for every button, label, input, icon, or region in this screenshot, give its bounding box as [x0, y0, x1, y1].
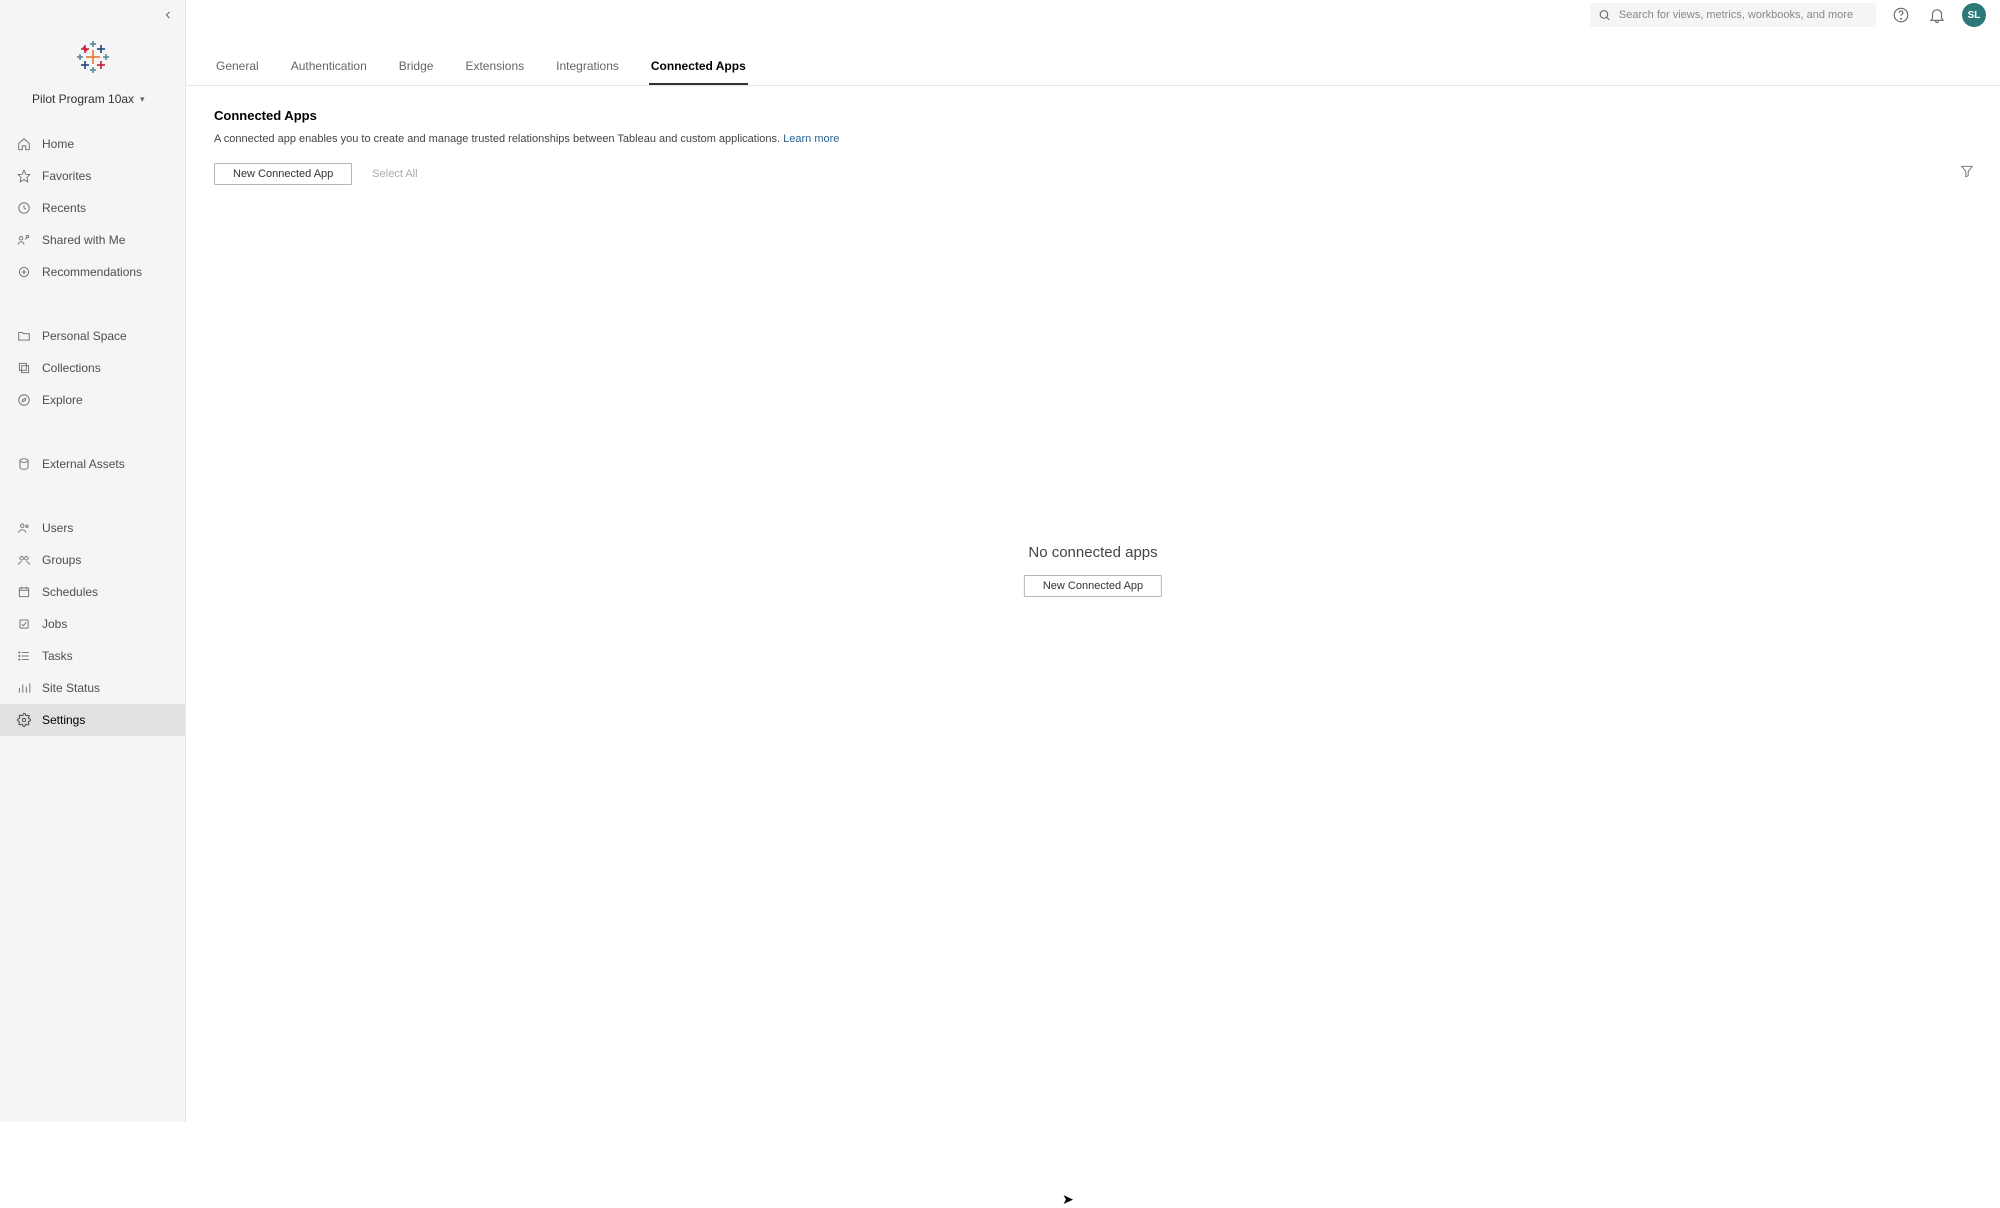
tab-extensions[interactable]: Extensions [463, 59, 526, 85]
site-name: Pilot Program 10ax [32, 92, 134, 106]
sidebar-item-label: Explore [42, 393, 83, 407]
share-icon [16, 232, 32, 248]
collapse-sidebar-button[interactable] [159, 6, 177, 24]
sidebar-item-label: Shared with Me [42, 233, 125, 247]
chevron-left-icon [162, 9, 174, 21]
search-input[interactable] [1619, 9, 1868, 21]
stack-icon [16, 360, 32, 376]
nav-block-external: External Assets [0, 444, 185, 484]
sidebar-item-schedules[interactable]: Schedules [0, 576, 185, 608]
users-icon [16, 520, 32, 536]
nav-block-admin: Users Groups Schedules Jobs Tasks Site S… [0, 508, 185, 740]
cursor-icon: ➤ [1062, 1191, 1074, 1208]
chevron-down-icon: ▾ [140, 94, 145, 105]
sidebar-item-label: Personal Space [42, 329, 127, 343]
sidebar-item-settings[interactable]: Settings [0, 704, 185, 736]
notifications-button[interactable] [1926, 4, 1948, 26]
sidebar-item-recents[interactable]: Recents [0, 192, 185, 224]
filter-button[interactable] [1958, 162, 1976, 180]
sidebar-item-collections[interactable]: Collections [0, 352, 185, 384]
sidebar-item-recommendations[interactable]: Recommendations [0, 256, 185, 288]
search-icon [1598, 8, 1611, 22]
content: Connected Apps A connected app enables y… [186, 86, 2000, 1122]
sidebar-item-label: Schedules [42, 585, 98, 599]
tab-integrations[interactable]: Integrations [554, 59, 621, 85]
sidebar-item-label: Site Status [42, 681, 100, 695]
tab-authentication[interactable]: Authentication [289, 59, 369, 85]
sidebar-item-label: Collections [42, 361, 101, 375]
sidebar-item-shared-with-me[interactable]: Shared with Me [0, 224, 185, 256]
sidebar-item-site-status[interactable]: Site Status [0, 672, 185, 704]
chart-icon [16, 680, 32, 696]
folder-person-icon [16, 328, 32, 344]
main: SL General Authentication Bridge Extensi… [186, 0, 2000, 1122]
sidebar-item-label: Jobs [42, 617, 67, 631]
sidebar-item-label: Recents [42, 201, 86, 215]
site-switcher[interactable]: Pilot Program 10ax ▾ [0, 92, 185, 124]
nav-block-spaces: Personal Space Collections Explore [0, 316, 185, 420]
sidebar-item-jobs[interactable]: Jobs [0, 608, 185, 640]
panel-description-text: A connected app enables you to create an… [214, 133, 780, 145]
bell-icon [1928, 6, 1946, 24]
select-all-link[interactable]: Select All [372, 168, 417, 180]
panel-title: Connected Apps [214, 108, 1972, 123]
compass-icon [16, 392, 32, 408]
sidebar-item-groups[interactable]: Groups [0, 544, 185, 576]
avatar-initials: SL [1968, 10, 1981, 21]
tab-general[interactable]: General [214, 59, 261, 85]
sidebar-item-label: Favorites [42, 169, 91, 183]
help-icon [1892, 6, 1910, 24]
panel-description: A connected app enables you to create an… [214, 133, 1972, 145]
sidebar-item-label: External Assets [42, 457, 125, 471]
sidebar-item-external-assets[interactable]: External Assets [0, 448, 185, 480]
sidebar-item-label: Settings [42, 713, 85, 727]
filter-icon [1960, 164, 1974, 178]
sidebar-item-label: Tasks [42, 649, 73, 663]
collapse-row [0, 0, 185, 30]
help-button[interactable] [1890, 4, 1912, 26]
external-icon [16, 456, 32, 472]
sidebar-item-personal-space[interactable]: Personal Space [0, 320, 185, 352]
user-avatar[interactable]: SL [1962, 3, 1986, 27]
sidebar-item-label: Recommendations [42, 265, 142, 279]
home-icon [16, 136, 32, 152]
sidebar-item-explore[interactable]: Explore [0, 384, 185, 416]
tableau-logo[interactable] [76, 40, 110, 74]
settings-tabs: General Authentication Bridge Extensions… [186, 30, 2000, 86]
empty-new-connected-app-button[interactable]: New Connected App [1024, 575, 1162, 597]
search-box[interactable] [1590, 3, 1876, 27]
clock-icon [16, 200, 32, 216]
nav-block-primary: Home Favorites Recents Shared with Me Re… [0, 124, 185, 292]
top-bar: SL [186, 0, 2000, 30]
star-icon [16, 168, 32, 184]
new-connected-app-button[interactable]: New Connected App [214, 163, 352, 185]
tab-connected-apps[interactable]: Connected Apps [649, 59, 748, 85]
action-row: New Connected App Select All [214, 163, 1972, 185]
tableau-logo-icon [76, 40, 110, 74]
gear-icon [16, 712, 32, 728]
sidebar: Pilot Program 10ax ▾ Home Favorites Rece… [0, 0, 186, 1122]
tasks-icon [16, 648, 32, 664]
logo-row [0, 30, 185, 92]
sidebar-item-favorites[interactable]: Favorites [0, 160, 185, 192]
jobs-icon [16, 616, 32, 632]
groups-icon [16, 552, 32, 568]
empty-state-title: No connected apps [1028, 544, 1157, 561]
sidebar-item-home[interactable]: Home [0, 128, 185, 160]
tab-bridge[interactable]: Bridge [397, 59, 436, 85]
sidebar-item-users[interactable]: Users [0, 512, 185, 544]
empty-state: No connected apps New Connected App [1024, 544, 1162, 597]
sidebar-item-label: Home [42, 137, 74, 151]
learn-more-link[interactable]: Learn more [783, 133, 839, 145]
sidebar-item-tasks[interactable]: Tasks [0, 640, 185, 672]
sparkle-icon [16, 264, 32, 280]
sidebar-item-label: Groups [42, 553, 81, 567]
sidebar-item-label: Users [42, 521, 73, 535]
calendar-icon [16, 584, 32, 600]
